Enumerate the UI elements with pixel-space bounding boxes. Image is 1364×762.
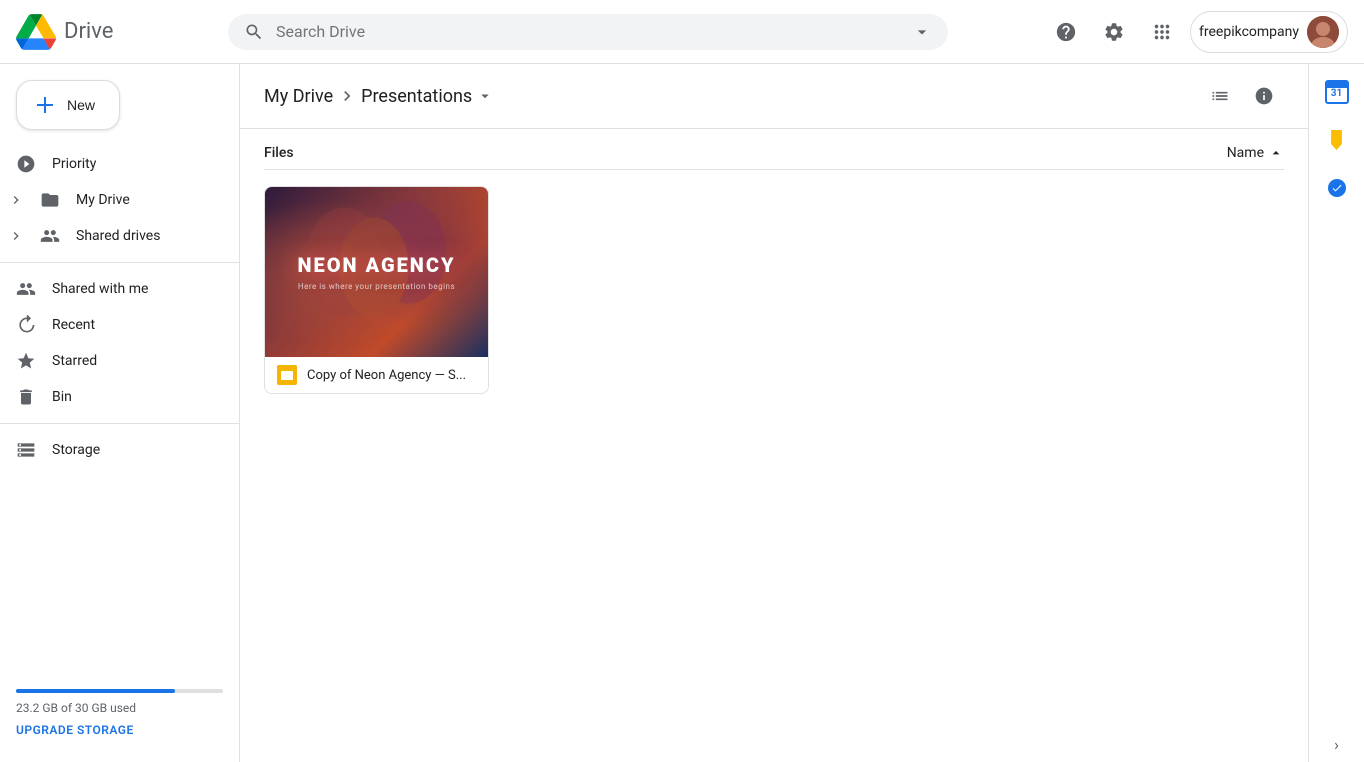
search-icon [244, 22, 264, 42]
sidebar: New Priority My Drive [0, 64, 240, 762]
sort-asc-icon [1268, 145, 1284, 161]
storage-section: 23.2 GB of 30 GB used UPGRADE STORAGE [0, 681, 239, 754]
thumbnail-title: NEON AGENCY [297, 254, 455, 276]
breadcrumb: My Drive Presentations [264, 86, 1192, 107]
keep-button[interactable] [1317, 120, 1357, 160]
sidebar-item-shared-with-me[interactable]: Shared with me [0, 271, 231, 307]
calendar-button[interactable]: 31 [1317, 72, 1357, 112]
thumbnail-text: NEON AGENCY Here is where your presentat… [297, 254, 455, 291]
file-area: Files Name [240, 129, 1308, 762]
storage-bar-background [16, 689, 223, 693]
sidebar-item-shared-drives[interactable]: Shared drives [0, 218, 231, 254]
expand-right-panel-button[interactable]: › [1327, 734, 1347, 754]
toolbar-actions [1200, 76, 1284, 116]
sidebar-item-starred[interactable]: Starred [0, 343, 231, 379]
avatar [1307, 16, 1339, 48]
sort-area[interactable]: Name [1227, 145, 1284, 161]
breadcrumb-current-text: Presentations [361, 86, 472, 107]
priority-icon [16, 154, 36, 174]
logo-area: Drive [16, 12, 216, 52]
main-content: My Drive Presentations [240, 64, 1308, 762]
shared-drives-expand-icon[interactable] [8, 228, 24, 244]
info-button[interactable] [1244, 76, 1284, 116]
upgrade-storage-link[interactable]: UPGRADE STORAGE [16, 723, 134, 737]
sidebar-label-starred: Starred [52, 353, 97, 369]
thumbnail-subtitle: Here is where your presentation begins [297, 282, 455, 291]
slides-icon-inner [281, 371, 293, 380]
search-dropdown-icon[interactable] [912, 22, 932, 42]
storage-label: Storage [52, 442, 100, 458]
app-title: Drive [64, 19, 113, 44]
sidebar-label-shared-drives: Shared drives [76, 228, 160, 244]
help-button[interactable] [1046, 12, 1086, 52]
recent-icon [16, 315, 36, 335]
sidebar-label-priority: Priority [52, 156, 96, 172]
breadcrumb-dropdown-icon[interactable] [476, 87, 494, 105]
bin-icon [16, 387, 36, 407]
calendar-icon: 31 [1325, 80, 1349, 104]
my-drive-icon [40, 190, 60, 210]
search-bar[interactable] [228, 14, 948, 50]
file-section-header: Files Name [264, 137, 1284, 170]
slides-file-icon [277, 365, 297, 385]
sidebar-label-my-drive: My Drive [76, 192, 130, 208]
header: Drive [0, 0, 1364, 64]
sidebar-item-recent[interactable]: Recent [0, 307, 231, 343]
sidebar-item-storage[interactable]: Storage [0, 432, 239, 468]
apps-button[interactable] [1142, 12, 1182, 52]
breadcrumb-separator [337, 86, 357, 106]
settings-button[interactable] [1094, 12, 1134, 52]
plus-icon [33, 93, 57, 117]
sidebar-label-recent: Recent [52, 317, 95, 333]
tasks-button[interactable] [1317, 168, 1357, 208]
my-drive-expand-icon[interactable] [8, 192, 24, 208]
breadcrumb-parent[interactable]: My Drive [264, 86, 333, 107]
new-button[interactable]: New [16, 80, 120, 130]
file-card[interactable]: NEON AGENCY Here is where your presentat… [264, 186, 489, 394]
account-area[interactable]: freepikcompany [1190, 11, 1348, 53]
right-panel: 31 › [1308, 64, 1364, 762]
header-right: freepikcompany [1046, 11, 1348, 53]
google-drive-logo [16, 12, 56, 52]
keep-icon [1328, 130, 1346, 150]
content-toolbar: My Drive Presentations [240, 64, 1308, 129]
main-layout: New Priority My Drive [0, 64, 1364, 762]
breadcrumb-current: Presentations [361, 86, 494, 107]
sidebar-item-my-drive[interactable]: My Drive [0, 182, 231, 218]
file-name: Copy of Neon Agency — S... [307, 368, 476, 383]
file-grid: NEON AGENCY Here is where your presentat… [264, 186, 1284, 394]
sidebar-divider-2 [0, 423, 239, 424]
starred-icon [16, 351, 36, 371]
search-input[interactable] [276, 22, 900, 41]
calendar-date: 31 [1331, 89, 1342, 99]
account-name: freepikcompany [1199, 24, 1299, 40]
file-section-title: Files [264, 145, 1227, 161]
sidebar-label-shared-with-me: Shared with me [52, 281, 148, 297]
new-button-label: New [67, 97, 95, 113]
sidebar-divider-1 [0, 262, 239, 263]
file-info: Copy of Neon Agency — S... [265, 357, 488, 393]
tasks-icon [1328, 179, 1346, 197]
sidebar-item-bin[interactable]: Bin [0, 379, 231, 415]
storage-icon [16, 440, 36, 460]
sort-label: Name [1227, 145, 1264, 161]
shared-with-me-icon [16, 279, 36, 299]
storage-bar-fill [16, 689, 175, 693]
sidebar-item-priority[interactable]: Priority [0, 146, 231, 182]
list-view-button[interactable] [1200, 76, 1240, 116]
storage-used-text: 23.2 GB of 30 GB used [16, 701, 223, 715]
shared-drives-icon [40, 226, 60, 246]
sidebar-label-bin: Bin [52, 389, 72, 405]
file-thumbnail: NEON AGENCY Here is where your presentat… [265, 187, 488, 357]
